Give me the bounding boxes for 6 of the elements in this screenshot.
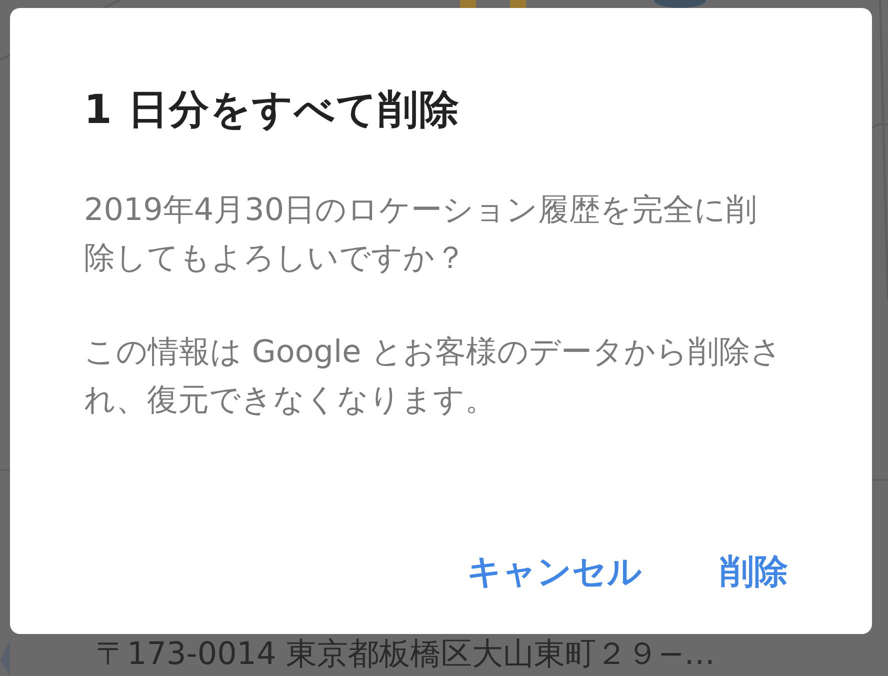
dialog-message: この情報は Google とお客様のデータから削除され、復元できなくなります。 [84, 333, 784, 420]
delete-button[interactable]: 削除 [720, 547, 788, 598]
dialog-message: 2019年4月30日のロケーション履歴を完全に削除してもよろしいですか？ [84, 191, 758, 278]
address-text: 〒173-0014 東京都板橋区大山東町２９−… [96, 635, 716, 674]
cancel-button[interactable]: キャンセル [467, 547, 642, 598]
dialog-title: 1 日分をすべて削除 [84, 86, 461, 134]
